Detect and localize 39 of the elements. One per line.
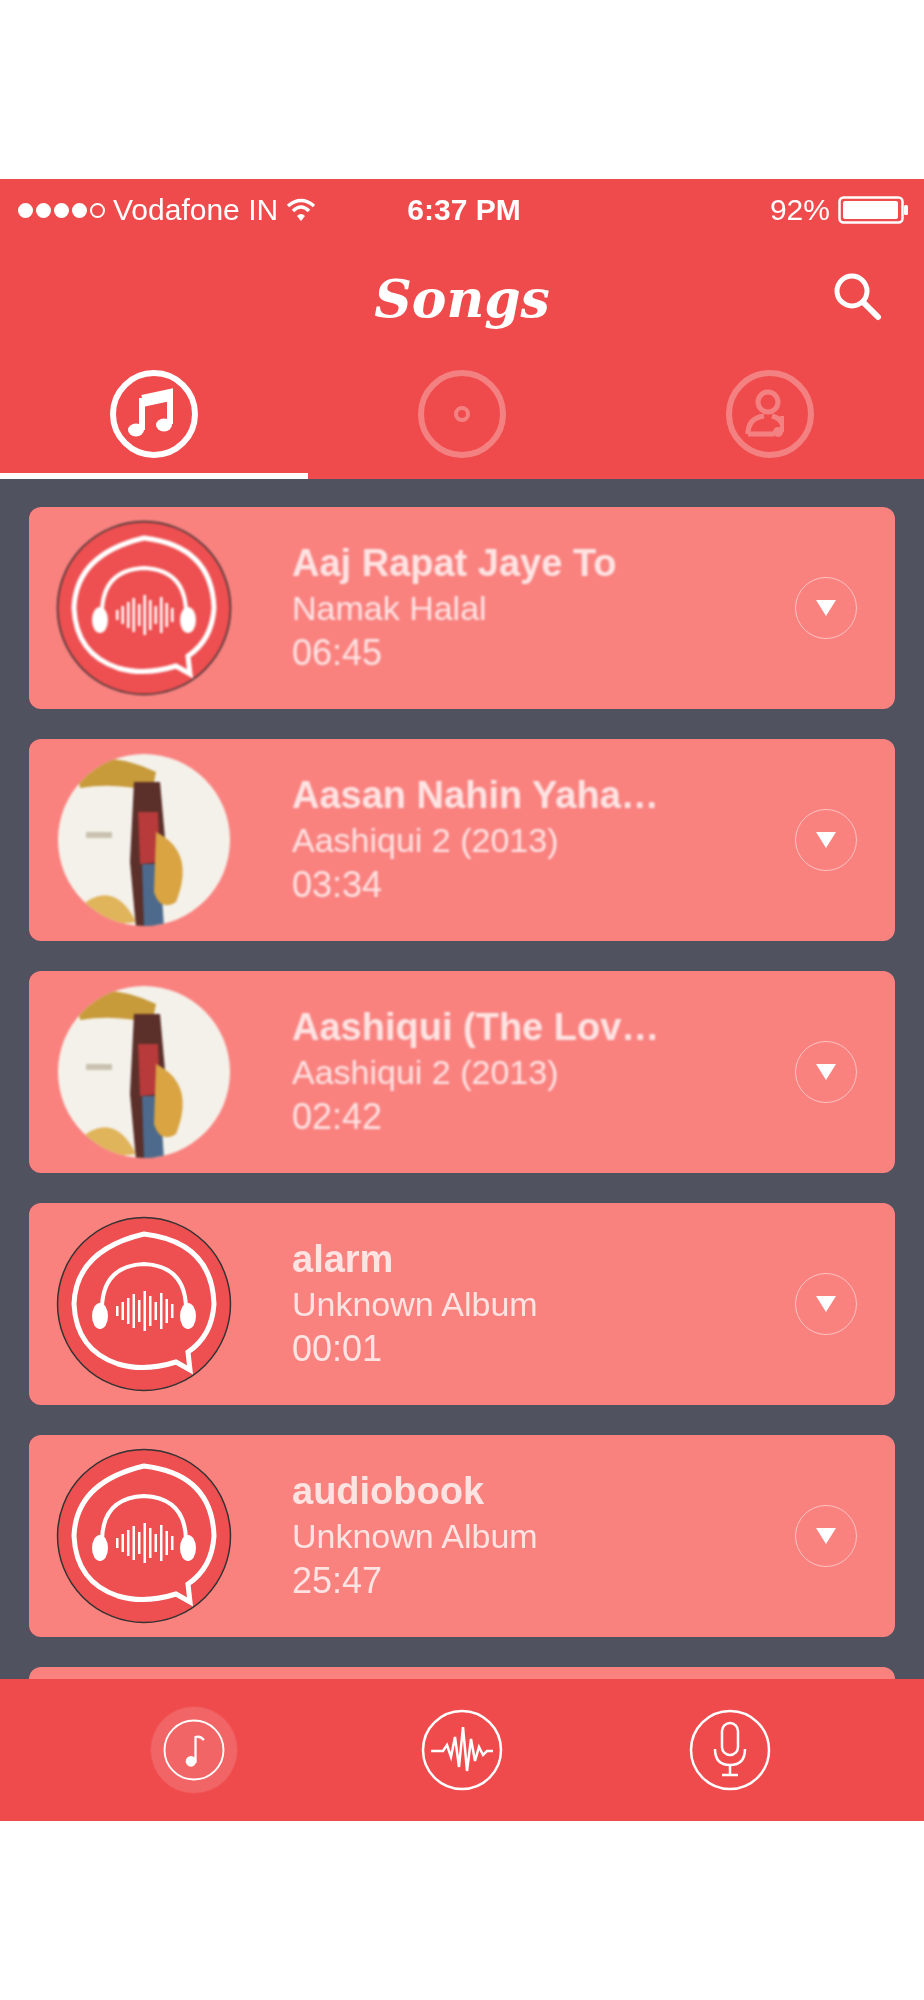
song-card[interactable]: Aasan Nahin Yaha… Aashiqui 2 (2013) 03:34 (29, 739, 895, 941)
song-title: alarm (292, 1238, 395, 1281)
song-duration: 02:42 (292, 1096, 384, 1138)
nav-button[interactable] (687, 1707, 773, 1793)
song-card[interactable]: alarm Unknown Album 00:01 (29, 1203, 895, 1405)
triangle-down-icon (815, 1527, 837, 1545)
triangle-down-icon (815, 831, 837, 849)
triangle-down-icon (815, 599, 837, 617)
song-card[interactable]: Aaj Rapat Jaye To Namak Halal 06:45 (29, 507, 895, 709)
music-note-icon (163, 1719, 225, 1781)
nav-button[interactable] (419, 1707, 505, 1793)
song-card[interactable]: audiobook Unknown Album 25:47 (29, 1435, 895, 1637)
disc-icon (416, 368, 508, 460)
microphone-icon (689, 1709, 771, 1791)
song-title: Aashiqui (The Lov… (292, 1006, 661, 1049)
music-note-icon (108, 368, 200, 460)
song-duration: 00:01 (292, 1328, 384, 1370)
clock-time: 6:37 PM (407, 193, 521, 227)
song-duration: 03:34 (292, 864, 384, 906)
waveform-icon (421, 1709, 503, 1791)
song-duration: 25:47 (292, 1560, 384, 1602)
carrier-name: Vodafone IN (113, 193, 279, 227)
song-title: Aaj Rapat Jaye To (292, 542, 618, 585)
song-card[interactable]: Aashiqui (The Lov… Aashiqui 2 (2013) 02:42 (29, 971, 895, 1173)
triangle-down-icon (815, 1295, 837, 1313)
album-name: Aashiqui 2 (2013) (292, 1053, 560, 1092)
person-icon (724, 368, 816, 460)
page-title: Songs (374, 267, 550, 329)
battery-icon (838, 196, 910, 224)
album-name: Aashiqui 2 (2013) (292, 821, 560, 860)
album-name: Unknown Album (292, 1285, 539, 1324)
album-name: Namak Halal (292, 589, 488, 628)
song-title: audiobook (292, 1470, 486, 1513)
wifi-icon (286, 198, 317, 222)
album-name: Unknown Album (292, 1517, 539, 1556)
triangle-down-icon (815, 1063, 837, 1081)
song-duration: 06:45 (292, 632, 384, 674)
song-title: Aasan Nahin Yaha… (292, 774, 660, 817)
battery-percentage: 92% (769, 193, 830, 227)
